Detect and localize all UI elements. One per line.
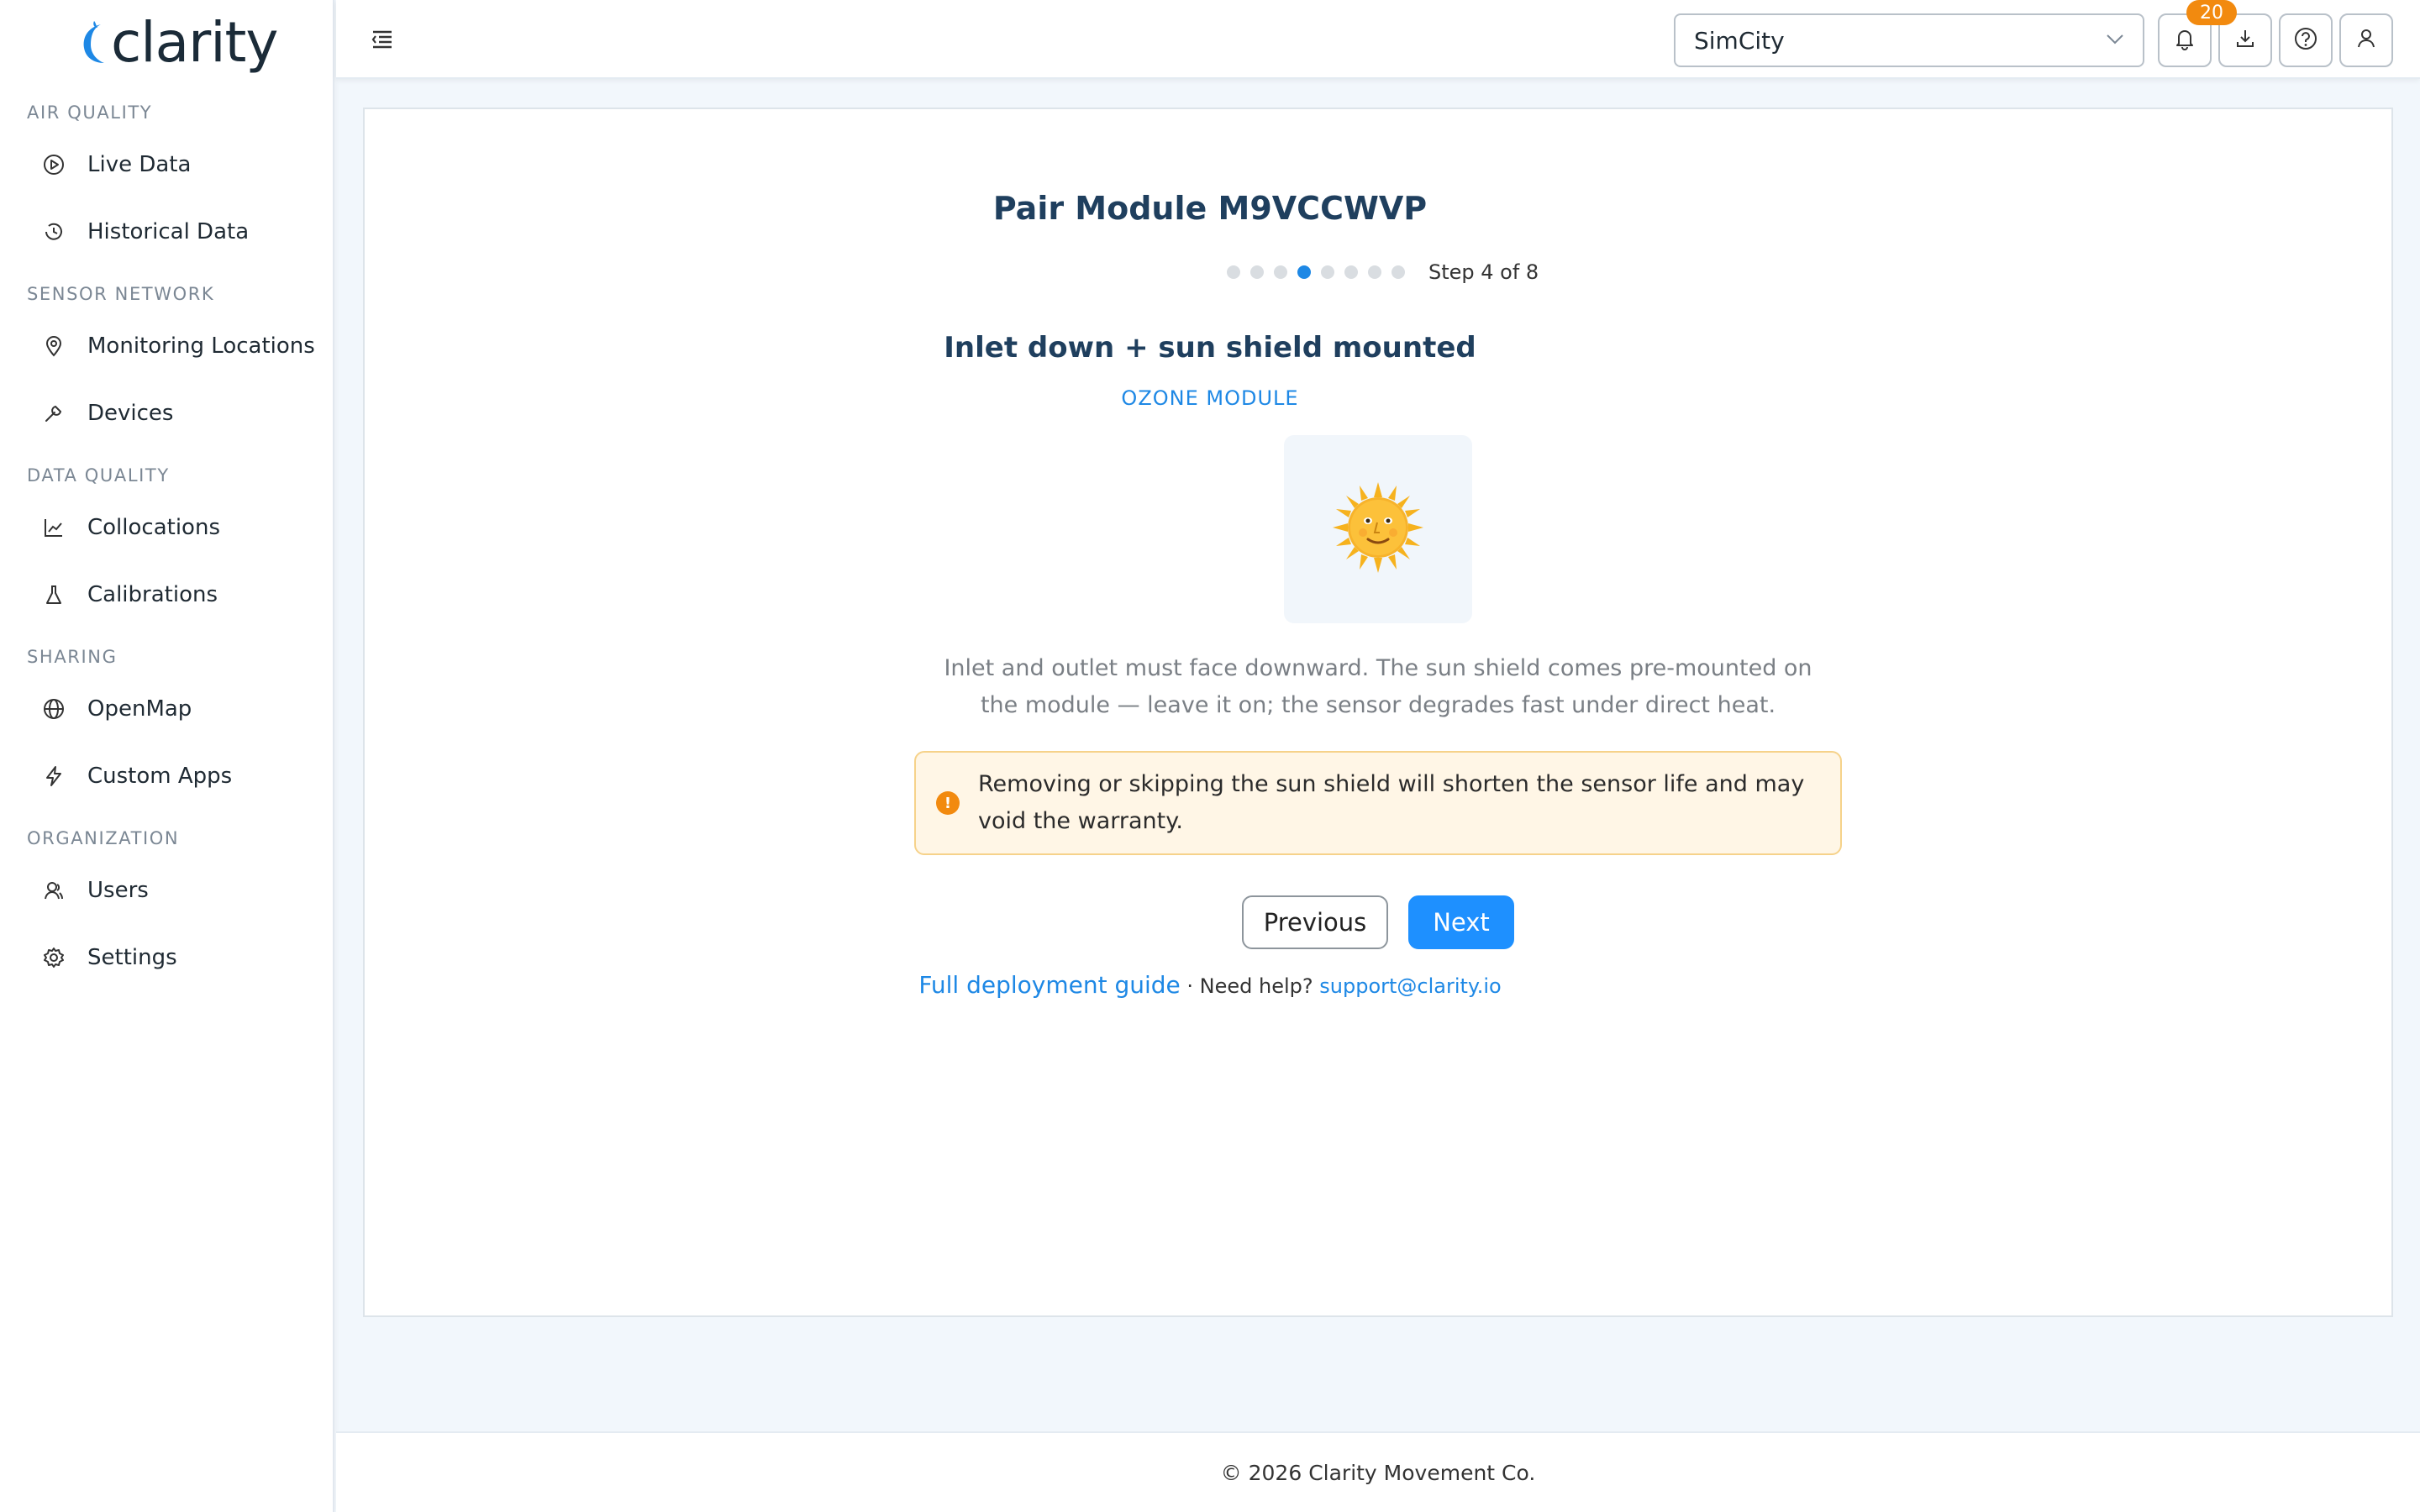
help-text: · Need help? (1180, 974, 1320, 998)
copyright-text: © 2026 Clarity Movement Co. (1220, 1460, 1536, 1485)
user-icon (2354, 27, 2378, 54)
organization-select[interactable]: SimCity (1674, 13, 2144, 67)
step-illustration (1284, 435, 1472, 623)
download-icon (2233, 27, 2257, 54)
page-title: Pair Module M9VCCWVP (992, 190, 1428, 227)
users-icon (42, 879, 66, 902)
step-dot-active (1297, 265, 1311, 279)
bell-icon (2173, 27, 2196, 54)
sidebar-item-label: Settings (87, 945, 177, 970)
step-dot (1250, 265, 1264, 279)
step-dot (1227, 265, 1240, 279)
support-email-link[interactable]: support@clarity.io (1319, 974, 1501, 998)
section-label-sharing: SHARING (27, 647, 118, 667)
sidebar-item-label: Calibrations (87, 582, 218, 607)
sidebar-item-custom-apps[interactable]: Custom Apps (42, 754, 319, 798)
next-button[interactable]: Next (1408, 895, 1514, 949)
logo-mark-icon (76, 18, 109, 68)
sidebar-item-label: Collocations (87, 515, 220, 540)
sidebar-item-label: Live Data (87, 152, 192, 177)
menu-collapse-icon[interactable] (368, 25, 397, 54)
deployment-guide-link[interactable]: Full deployment guide (918, 971, 1180, 999)
step-dot (1274, 265, 1287, 279)
sidebar-item-live-data[interactable]: Live Data (42, 143, 319, 186)
sidebar: clarity AIR QUALITY Live Data Historical… (0, 0, 334, 1512)
clarity-logo[interactable]: clarity (76, 10, 278, 75)
user-menu-button[interactable] (2339, 13, 2393, 67)
page-footer: © 2026 Clarity Movement Co. (336, 1431, 2420, 1512)
section-label-air-quality: AIR QUALITY (27, 102, 153, 123)
play-circle-icon (42, 153, 66, 176)
organization-select-value: SimCity (1694, 26, 1785, 55)
help-links: Full deployment guide · Need help? suppo… (0, 971, 2420, 999)
step-heading: Inlet down + sun shield mounted (944, 331, 1476, 365)
sidebar-item-label: Users (87, 878, 149, 903)
globe-icon (42, 697, 66, 721)
step-description: Inlet and outlet must face downward. The… (944, 655, 1812, 718)
sidebar-item-calibrations[interactable]: Calibrations (42, 573, 319, 617)
step-dot (1344, 265, 1358, 279)
top-bar: SimCity (336, 0, 2420, 79)
sidebar-item-users[interactable]: Users (42, 869, 319, 912)
sidebar-item-label: OpenMap (87, 696, 192, 722)
warning-alert: ! Removing or skipping the sun shield wi… (914, 751, 1842, 855)
gear-icon (42, 946, 66, 969)
line-chart-icon (42, 516, 66, 539)
step-progress: Step 4 of 8 (1227, 260, 1539, 284)
warning-icon: ! (936, 791, 960, 815)
section-label-data-quality: DATA QUALITY (27, 465, 170, 486)
sun-face-icon (1331, 480, 1425, 578)
help-button[interactable] (2279, 13, 2333, 67)
section-label-sensor-network: SENSOR NETWORK (27, 284, 215, 304)
sidebar-item-openmap[interactable]: OpenMap (42, 687, 319, 731)
step-dots (1227, 265, 1415, 279)
previous-button[interactable]: Previous (1242, 895, 1388, 949)
chevron-down-icon (2106, 33, 2124, 49)
module-type-label: OZONE MODULE (1121, 386, 1299, 410)
bolt-icon (42, 764, 66, 788)
flask-icon (42, 583, 66, 606)
step-indicator-text: Step 4 of 8 (1428, 260, 1539, 284)
step-dot (1321, 265, 1334, 279)
step-dot (1368, 265, 1381, 279)
question-circle-icon (2293, 26, 2318, 55)
sidebar-item-collocations[interactable]: Collocations (42, 506, 319, 549)
section-label-organization: ORGANIZATION (27, 828, 180, 848)
step-dot (1392, 265, 1405, 279)
notifications-badge: 20 (2186, 0, 2237, 25)
logo-wordmark: clarity (111, 10, 278, 75)
sidebar-item-label: Custom Apps (87, 764, 233, 789)
warning-text: Removing or skipping the sun shield will… (978, 771, 1805, 834)
